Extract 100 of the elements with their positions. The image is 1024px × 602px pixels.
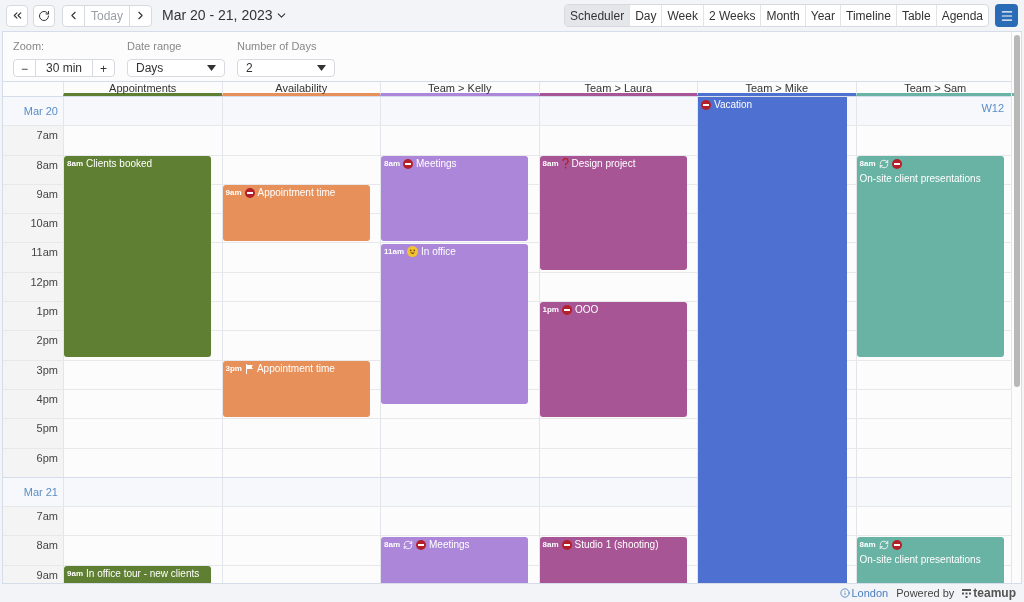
view-tab[interactable]: Timeline [840, 5, 896, 26]
no-entry-icon [891, 158, 902, 169]
event-title: Appointment time [257, 186, 336, 199]
event-title: Studio 1 (shooting) [574, 538, 659, 551]
no-entry-icon [701, 100, 711, 110]
smiley-icon [407, 246, 419, 257]
view-tab[interactable]: Table [895, 5, 936, 26]
scrollbar-thumb[interactable] [1013, 35, 1020, 387]
hour-label: 9am [36, 567, 58, 583]
event-title: Design project [571, 157, 636, 170]
no-entry-icon [244, 187, 255, 198]
no-entry-icon [561, 539, 572, 550]
event-time: 3pm [225, 362, 242, 375]
hour-label: 4pm [36, 391, 58, 407]
event-title: In office tour - new clients [86, 567, 200, 580]
dropdown-arrow-icon [207, 64, 216, 71]
event-time: 8am [384, 157, 400, 170]
repeat-icon [403, 539, 413, 550]
question-mark-icon [561, 158, 569, 170]
view-tab[interactable]: Month [760, 5, 805, 26]
calendar-event[interactable]: 9am Appointment time [222, 184, 370, 241]
event-time: 8am [542, 538, 559, 551]
hour-label: 2pm [36, 333, 58, 349]
calendar-event[interactable]: 8am Meetings [381, 536, 528, 583]
view-tab[interactable]: Week [661, 5, 703, 26]
logo-icon [962, 588, 972, 598]
date-range-label: Date range [127, 39, 183, 54]
event-title: On-site client presentations [859, 553, 981, 566]
date-range-select[interactable]: Days [127, 58, 225, 77]
calendar-event[interactable]: 1pm OOO [539, 302, 687, 417]
hour-label: 3pm [36, 362, 58, 378]
view-tab[interactable]: Day [629, 5, 662, 26]
hour-label: 9am [36, 186, 58, 202]
info-icon [839, 588, 850, 598]
hour-label: 1pm [36, 304, 58, 320]
event-time: 8am [67, 157, 83, 170]
zoom-in-button[interactable]: + [92, 59, 114, 76]
event-time: 8am [384, 538, 400, 551]
week-number: W12 [981, 101, 1004, 116]
repeat-icon [878, 158, 889, 169]
event-title: Meetings [429, 538, 470, 551]
calendar-event[interactable]: 8am On-site client presentations [856, 536, 1004, 583]
number-of-days-select[interactable]: 2 [237, 58, 335, 77]
no-entry-icon [416, 539, 426, 550]
hour-label: 7am [36, 509, 58, 525]
number-of-days-label: Number of Days [237, 39, 318, 54]
event-time: 11am [384, 245, 405, 258]
zoom-out-button[interactable]: − [14, 59, 36, 76]
menu-button[interactable] [995, 4, 1018, 27]
calendar-event[interactable]: 3pm Appointment time [222, 360, 370, 417]
event-title: Vacation [714, 99, 753, 111]
dropdown-arrow-icon [317, 64, 326, 71]
brand-name: teamup [973, 585, 1016, 602]
view-tab[interactable]: Scheduler [565, 5, 630, 26]
event-time: 8am [859, 538, 876, 551]
event-title: In office [421, 245, 456, 258]
event-title: Clients booked [86, 157, 153, 170]
refresh-icon [38, 9, 50, 22]
no-entry-icon [561, 305, 572, 316]
powered-by-text: Powered by [896, 585, 955, 601]
day-label: Mar 20 [23, 103, 58, 119]
event-time: 1pm [542, 304, 559, 317]
hour-label: 10am [30, 216, 58, 232]
repeat-icon [878, 539, 889, 550]
date-range-button[interactable]: Mar 20 - 21, 2023 [162, 5, 288, 26]
view-tab[interactable]: 2 Weeks [702, 5, 761, 26]
event-time: 9am [225, 186, 242, 199]
day-label: Mar 21 [23, 484, 58, 500]
no-entry-icon [891, 539, 902, 550]
event-title: On-site client presentations [859, 172, 981, 185]
hour-label: 8am [36, 538, 58, 554]
event-title: OOO [574, 304, 599, 317]
menu-icon [999, 8, 1014, 23]
calendar-event[interactable]: 8am Studio 1 (shooting) [539, 536, 687, 583]
refresh-button[interactable] [33, 4, 55, 27]
event-title: Appointment time [256, 362, 335, 375]
calendar-event[interactable]: 8am Meetings [381, 155, 528, 241]
event-time: 8am [542, 157, 559, 170]
calendar-event[interactable]: Vacation [698, 97, 847, 583]
calendar-event[interactable]: 11am In office [381, 243, 528, 404]
hour-label: 8am [36, 157, 58, 173]
calendar-event[interactable]: 8am On-site client presentations [856, 155, 1004, 357]
calendar-event[interactable]: 8am Clients booked [64, 155, 211, 357]
flag-icon [244, 363, 254, 374]
hour-label: 5pm [36, 421, 58, 437]
zoom-label: Zoom: [13, 39, 46, 54]
hour-label: 11am [31, 245, 58, 261]
hour-label: 6pm [36, 450, 58, 466]
view-tab[interactable]: Agenda [935, 5, 988, 26]
calendar-event[interactable]: 8am Design project [539, 155, 687, 271]
zoom-value: 30 min [45, 59, 83, 76]
hour-label: 12pm [30, 274, 58, 290]
collapse-button[interactable] [6, 4, 28, 27]
event-title: Meetings [416, 157, 457, 170]
event-time: 8am [859, 157, 876, 170]
hour-label: 7am [36, 128, 58, 144]
event-time: 9am [67, 567, 83, 580]
view-tab[interactable]: Year [804, 5, 841, 26]
no-entry-icon [403, 158, 413, 169]
timezone-link[interactable]: London [839, 584, 889, 602]
